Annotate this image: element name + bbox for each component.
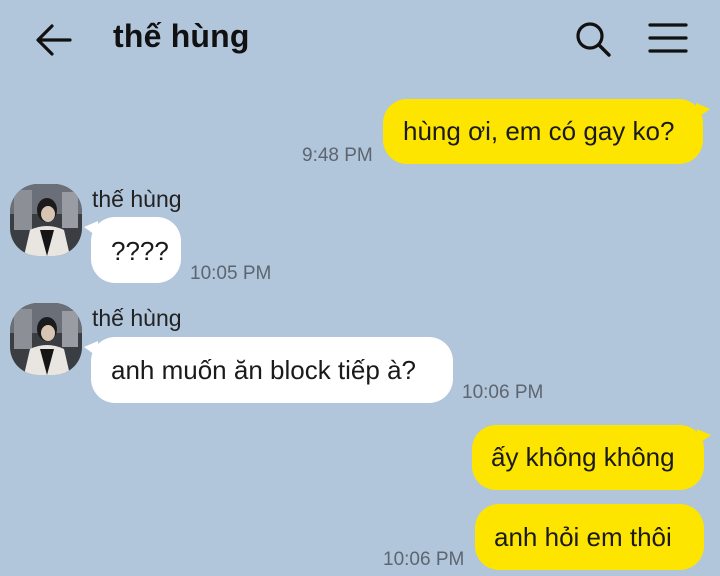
message-time: 10:05 PM <box>190 263 272 284</box>
message-time: 9:48 PM <box>302 145 373 166</box>
message-text: anh muốn ăn block tiếp à? <box>111 355 416 385</box>
message-text: ???? <box>111 236 169 266</box>
message-text: hùng ơi, em có gay ko? <box>403 116 675 146</box>
search-button[interactable] <box>574 20 612 58</box>
incoming-message-bubble[interactable]: ???? <box>84 217 181 283</box>
message-time: 10:06 PM <box>462 382 544 403</box>
sender-name: thế hùng <box>92 186 182 212</box>
profile-photo-icon <box>10 303 82 375</box>
avatar[interactable] <box>10 184 82 256</box>
outgoing-message-bubble[interactable]: anh hỏi em thôi <box>475 504 704 570</box>
outgoing-message-bubble[interactable]: hùng ơi, em có gay ko? <box>383 99 710 164</box>
menu-button[interactable] <box>648 22 688 54</box>
back-button[interactable] <box>34 22 74 58</box>
sender-name: thế hùng <box>92 305 182 331</box>
message-text: ấy không không <box>491 442 675 472</box>
profile-photo-icon <box>10 184 82 256</box>
chat-header: thế hùng <box>0 0 720 80</box>
outgoing-message-bubble[interactable]: ấy không không <box>472 425 711 490</box>
arrow-left-icon <box>36 24 72 56</box>
message-text: anh hỏi em thôi <box>494 522 672 552</box>
incoming-message-bubble[interactable]: anh muốn ăn block tiếp à? <box>84 337 453 403</box>
chat-title: thế hùng <box>113 18 250 54</box>
hamburger-menu-icon <box>648 23 688 53</box>
search-icon <box>576 22 611 57</box>
avatar[interactable] <box>10 303 82 375</box>
message-time: 10:06 PM <box>383 549 465 570</box>
